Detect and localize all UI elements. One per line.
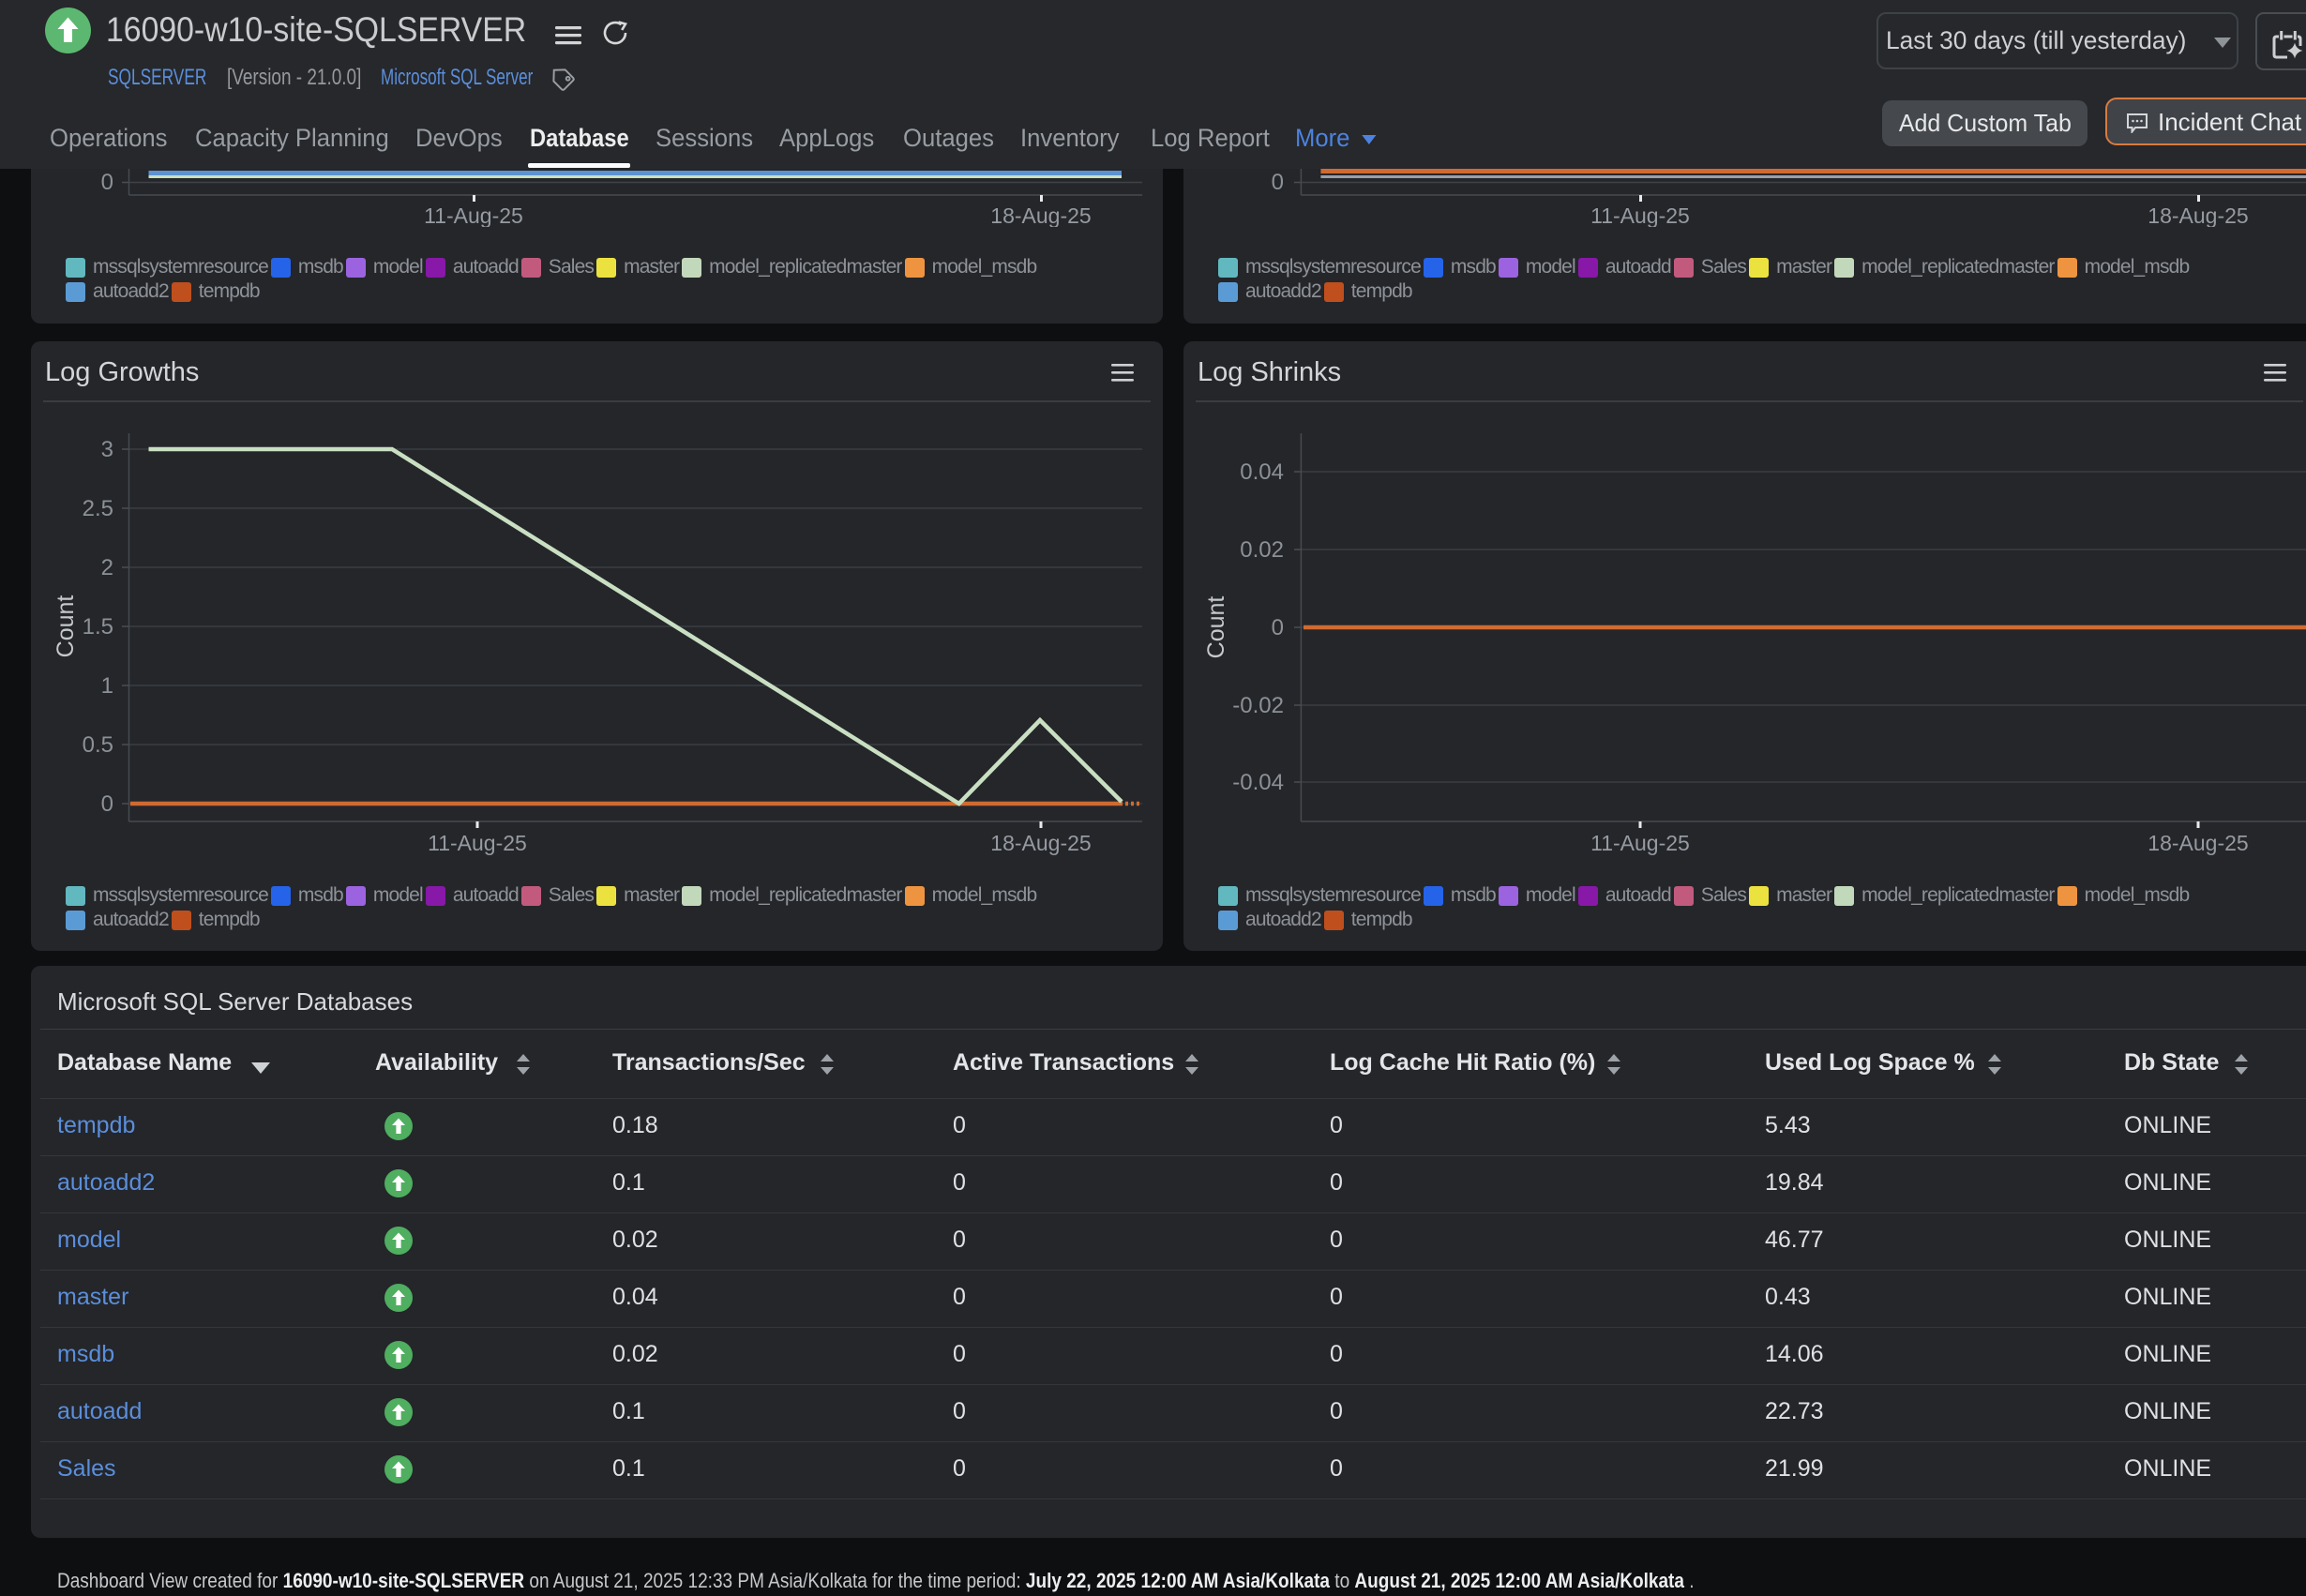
svg-text:11-Aug-25: 11-Aug-25	[428, 831, 527, 855]
svg-text:0: 0	[1272, 615, 1284, 640]
svg-text:11-Aug-25: 11-Aug-25	[1590, 203, 1690, 227]
svg-text:0.5: 0.5	[83, 732, 113, 758]
svg-text:0: 0	[101, 791, 113, 817]
svg-text:18-Aug-25: 18-Aug-25	[2148, 203, 2248, 227]
svg-text:1: 1	[101, 673, 113, 699]
svg-text:-0.04: -0.04	[1232, 770, 1284, 795]
svg-text:2: 2	[101, 555, 113, 580]
svg-text:18-Aug-25: 18-Aug-25	[990, 831, 1091, 855]
svg-text:11-Aug-25: 11-Aug-25	[1590, 831, 1690, 855]
svg-text:0.04: 0.04	[1240, 459, 1284, 485]
svg-text:18-Aug-25: 18-Aug-25	[2148, 831, 2248, 855]
svg-text:18-Aug-25: 18-Aug-25	[990, 203, 1091, 227]
svg-text:-0.02: -0.02	[1232, 693, 1284, 718]
svg-text:Count: Count	[1203, 596, 1229, 659]
svg-text:11-Aug-25: 11-Aug-25	[424, 203, 523, 227]
svg-text:0.02: 0.02	[1240, 537, 1284, 563]
svg-text:3: 3	[101, 437, 113, 462]
svg-text:2.5: 2.5	[83, 496, 113, 521]
svg-text:0: 0	[101, 170, 113, 195]
svg-text:1.5: 1.5	[83, 614, 113, 640]
svg-text:0: 0	[1272, 170, 1284, 195]
svg-text:Count: Count	[53, 595, 79, 658]
